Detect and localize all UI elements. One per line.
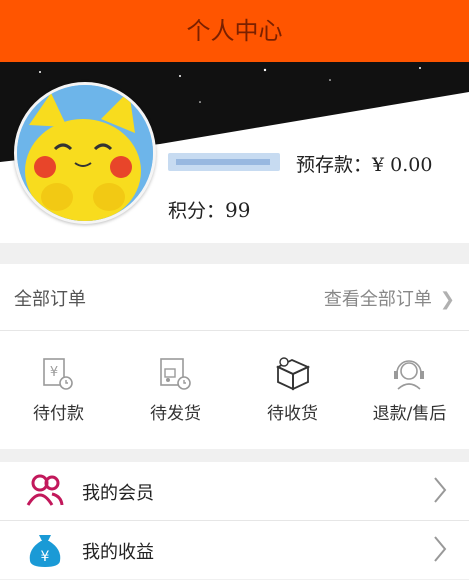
svg-text:¥: ¥ <box>41 549 50 565</box>
menu-item-members[interactable]: 我的会员 <box>0 462 469 520</box>
all-orders-title: 全部订单 <box>14 289 86 310</box>
avatar[interactable] <box>14 82 156 224</box>
truck-icon <box>160 358 191 390</box>
status-pending-payment[interactable]: ¥ 待付款 <box>0 331 117 449</box>
view-all-orders-link[interactable]: 查看全部订单 ❯ <box>324 285 455 311</box>
status-refund-aftersale[interactable]: 退款/售后 <box>351 331 468 449</box>
wallet-icon: ¥ <box>43 358 73 390</box>
menu-label: 我的收益 <box>82 542 154 563</box>
points-value: 99 <box>225 198 251 222</box>
deposit-balance: 预存款：¥ 0.00 <box>296 150 432 177</box>
profile-card: 预存款：¥ 0.00 积分：99 <box>0 62 469 243</box>
svg-text:¥: ¥ <box>50 365 58 380</box>
status-label: 待发货 <box>150 404 201 424</box>
page-title: 个人中心 <box>186 17 283 45</box>
order-status-row: ¥ 待付款 待发货 待收货 退款/售后 <box>0 331 469 449</box>
status-label: 待收货 <box>267 404 318 424</box>
members-icon <box>26 474 64 506</box>
status-pending-receipt[interactable]: 待收货 <box>234 331 351 449</box>
chevron-right-icon <box>434 477 447 503</box>
pikachu-avatar-icon <box>17 85 153 221</box>
deposit-label: 预存款： <box>296 154 373 176</box>
all-orders-row[interactable]: 全部订单 查看全部订单 ❯ <box>0 264 469 331</box>
status-label: 待付款 <box>33 404 84 424</box>
money-bag-icon: ¥ <box>29 535 61 567</box>
chevron-right-icon: ❯ <box>439 289 455 310</box>
points-label: 积分： <box>168 200 226 222</box>
menu-label: 我的会员 <box>82 483 154 504</box>
page-header: 个人中心 <box>0 0 469 62</box>
view-all-orders-label: 查看全部订单 <box>323 289 432 310</box>
status-label: 退款/售后 <box>372 404 447 424</box>
box-icon <box>275 357 311 391</box>
deposit-value: ¥ 0.00 <box>372 154 433 176</box>
username-blurred <box>168 153 280 171</box>
menu-item-earnings[interactable]: ¥ 我的收益 <box>0 521 469 579</box>
points: 积分：99 <box>168 196 250 223</box>
headset-icon <box>394 360 424 390</box>
status-pending-shipment[interactable]: 待发货 <box>117 331 234 449</box>
chevron-right-icon <box>434 536 447 562</box>
